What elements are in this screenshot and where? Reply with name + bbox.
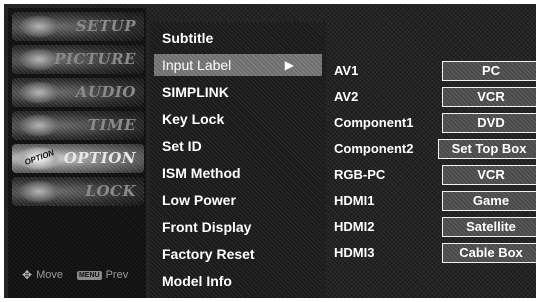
category-label: OPTION [63, 149, 136, 167]
option-subtitle[interactable]: Subtitle [162, 30, 213, 46]
category-lock[interactable]: LOCK [12, 177, 144, 206]
input-label-row[interactable]: Component1 DVD [334, 112, 536, 134]
category-label: LOCK [85, 182, 136, 200]
option-thumbnail-text: OPTION [23, 148, 56, 167]
input-label-value[interactable]: Set Top Box [438, 139, 536, 159]
input-name: Component2 [334, 141, 414, 156]
navigation-hint: ✥ Move MENU Prev [22, 268, 128, 282]
option-key-lock[interactable]: Key Lock [162, 111, 224, 127]
input-name: Component1 [334, 115, 414, 130]
option-input-label[interactable]: Input Label ▶ [154, 54, 322, 76]
input-label-row[interactable]: HDMI1 Game [334, 190, 536, 212]
time-thumbnail-icon [18, 114, 60, 137]
setup-thumbnail-icon [18, 15, 60, 38]
option-front-display[interactable]: Front Display [162, 219, 251, 235]
option-thumbnail-icon: OPTION [18, 147, 60, 170]
input-label-panel: AV1 PC AV2 VCR Component1 DVD Component2… [328, 52, 536, 302]
input-name: AV2 [334, 89, 359, 104]
option-simplink[interactable]: SIMPLINK [162, 84, 229, 100]
audio-thumbnail-icon [18, 81, 60, 104]
move-hint-label: Move [36, 269, 63, 281]
input-label-value[interactable]: PC [442, 61, 536, 81]
right-triangle-icon: ▶ [284, 58, 294, 72]
category-label: PICTURE [54, 50, 136, 68]
category-time[interactable]: TIME [12, 111, 144, 140]
category-label: AUDIO [75, 83, 136, 101]
option-model-info[interactable]: Model Info [162, 273, 232, 289]
category-setup[interactable]: SETUP [12, 12, 144, 41]
input-name: HDMI2 [334, 219, 375, 234]
category-picture[interactable]: PICTURE [12, 45, 144, 74]
menu-key-icon: MENU [76, 270, 102, 280]
input-label-value[interactable]: VCR [442, 87, 536, 107]
input-label-value[interactable]: VCR [442, 165, 536, 185]
input-label-row[interactable]: RGB-PC VCR [334, 164, 536, 186]
input-label-row[interactable]: Component2 Set Top Box [334, 138, 536, 160]
category-label: SETUP [75, 17, 136, 35]
tv-menu-screen: SETUP PICTURE AUDIO TIME OPTION OPTION L… [4, 4, 536, 298]
four-way-arrow-icon: ✥ [22, 268, 33, 282]
prev-hint-label: Prev [105, 269, 129, 281]
option-list: Subtitle Input Label ▶ SIMPLINK Key Lock… [150, 22, 326, 298]
option-factory-reset[interactable]: Factory Reset [162, 246, 255, 262]
lock-thumbnail-icon [18, 180, 60, 203]
input-name: HDMI3 [334, 245, 375, 260]
category-menu: SETUP PICTURE AUDIO TIME OPTION OPTION L… [8, 8, 146, 298]
option-ism-method[interactable]: ISM Method [162, 165, 241, 181]
input-label-value[interactable]: Cable Box [442, 243, 536, 263]
input-label-row[interactable]: AV1 PC [334, 60, 536, 82]
input-name: RGB-PC [334, 167, 386, 182]
input-label-value[interactable]: Satellite [442, 217, 536, 237]
input-label-row[interactable]: AV2 VCR [334, 86, 536, 108]
input-label-value[interactable]: DVD [442, 113, 536, 133]
option-set-id[interactable]: Set ID [162, 138, 202, 154]
category-audio[interactable]: AUDIO [12, 78, 144, 107]
option-label: Input Label [162, 57, 232, 73]
option-low-power[interactable]: Low Power [162, 192, 236, 208]
input-name: HDMI1 [334, 193, 375, 208]
category-option[interactable]: OPTION OPTION [12, 144, 144, 173]
category-label: TIME [87, 116, 136, 134]
input-label-row[interactable]: HDMI2 Satellite [334, 216, 536, 238]
input-name: AV1 [334, 63, 359, 78]
input-label-value[interactable]: Game [442, 191, 536, 211]
input-label-row[interactable]: HDMI3 Cable Box [334, 242, 536, 264]
